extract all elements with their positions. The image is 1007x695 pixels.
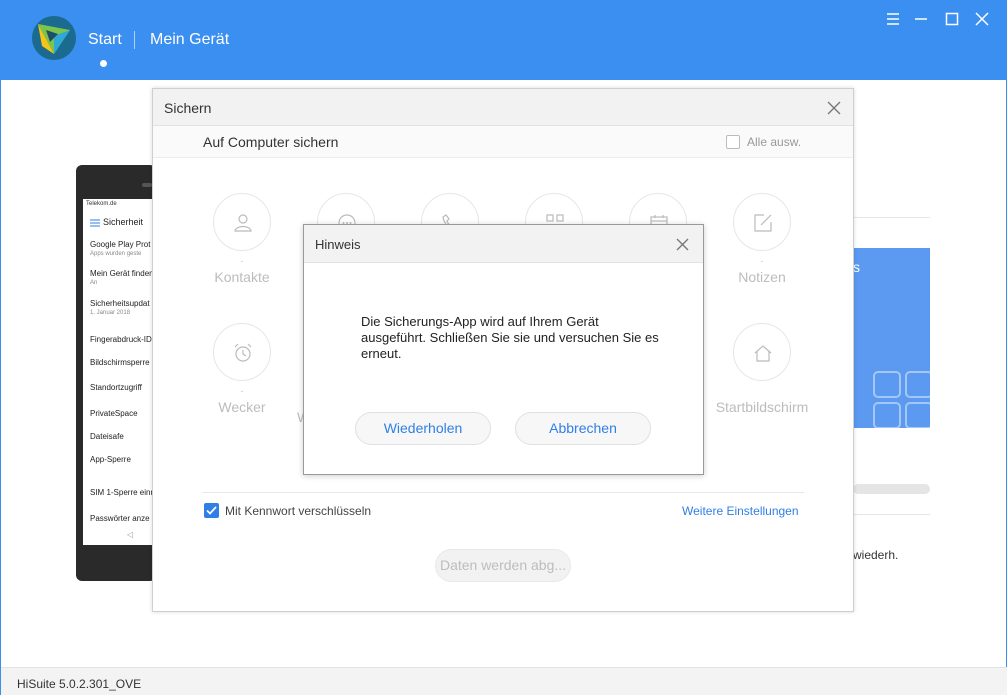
phone-item-sub: An — [90, 280, 98, 286]
phone-item: Bildschirmsperre — [90, 358, 150, 367]
person-icon — [234, 214, 252, 232]
phone-preview: Telekom.de Sicherheit Google Play Prot A… — [76, 165, 156, 581]
more-settings-link[interactable]: Weitere Einstellungen — [682, 504, 799, 518]
close-icon[interactable] — [826, 100, 842, 116]
checkmark-icon — [206, 506, 217, 515]
phone-item: Fingerabdruck-ID — [90, 335, 152, 344]
minimize-icon[interactable] — [912, 10, 930, 28]
phone-menu-icon — [90, 219, 100, 229]
backup-dialog-titlebar: Sichern — [153, 89, 853, 126]
status-bar: HiSuite 5.0.2.301_OVE — [1, 667, 1007, 695]
select-all-label[interactable]: Alle ausw. — [747, 135, 801, 149]
hint-message: Die Sicherungs-App wird auf Ihrem Gerät … — [361, 314, 659, 361]
category-label: Wecker — [218, 399, 266, 415]
divider — [853, 217, 930, 218]
restore-card-text: s — [853, 259, 860, 275]
home-icon — [754, 345, 772, 362]
category-label: Notizen — [738, 269, 786, 285]
note-edit-icon — [754, 214, 772, 232]
phone-item: Google Play Prot — [90, 240, 151, 249]
category-circle — [213, 323, 271, 381]
phone-item-sub: 1. Januar 2018 — [90, 310, 131, 316]
maximize-icon[interactable] — [943, 10, 961, 28]
close-icon[interactable] — [675, 237, 690, 252]
backup-target-label: Auf Computer sichern — [203, 134, 339, 150]
backup-button[interactable]: Daten werden abg... — [435, 549, 571, 582]
phone-item: PrivateSpace — [90, 409, 138, 418]
phone-item: Sicherheitsupdat — [90, 299, 150, 308]
phone-screen-title: Sicherheit — [103, 217, 144, 227]
cancel-button[interactable]: Abbrechen — [515, 412, 651, 445]
category-count: - — [760, 256, 764, 266]
phone-item: Dateisafe — [90, 432, 124, 441]
restore-card — [853, 248, 930, 428]
phone-item: Mein Gerät finden — [90, 269, 154, 278]
select-all-checkbox[interactable] — [726, 135, 740, 149]
backup-dialog-title: Sichern — [164, 100, 212, 116]
category-circle — [733, 193, 791, 251]
close-icon[interactable] — [973, 10, 991, 28]
nav-start[interactable]: Start — [88, 31, 122, 49]
active-nav-indicator — [100, 60, 107, 67]
nav-my-device[interactable]: Mein Gerät — [150, 31, 229, 49]
category-count: - — [240, 256, 244, 266]
category-count: - — [240, 386, 244, 396]
phone-screen: Telekom.de Sicherheit Google Play Prot A… — [83, 199, 156, 545]
backup-dialog-subheader: Auf Computer sichern Alle ausw. — [153, 126, 853, 158]
category-circle — [213, 193, 271, 251]
phone-speaker — [142, 183, 152, 187]
phone-carrier: Telekom.de — [86, 201, 117, 207]
category-circle — [733, 323, 791, 381]
divider — [853, 514, 930, 515]
phone-back-icon: ◁ — [127, 530, 134, 539]
divider — [202, 492, 804, 493]
retry-button[interactable]: Wiederholen — [355, 412, 491, 445]
restore-text: wiederh. — [853, 548, 899, 562]
phone-item: Passwörter anze — [90, 514, 150, 523]
progress-bar — [853, 484, 930, 494]
phone-item-sub: Apps wurden geste — [90, 251, 142, 257]
category-label: Kontakte — [214, 269, 270, 285]
menu-icon[interactable] — [884, 10, 902, 28]
alarm-clock-icon — [234, 343, 252, 362]
encrypt-checkbox[interactable] — [204, 503, 219, 518]
app-header: Start Mein Gerät — [1, 0, 1007, 80]
category-label: Startbildschirm — [715, 399, 809, 415]
encrypt-label[interactable]: Mit Kennwort verschlüsseln — [225, 504, 371, 518]
nav-separator — [134, 31, 135, 49]
hisuite-logo — [32, 16, 76, 60]
phone-item: SIM 1-Sperre einr — [90, 488, 154, 497]
hint-modal-title: Hinweis — [315, 237, 361, 252]
phone-item: Standortzugriff — [90, 383, 142, 392]
hint-modal-titlebar: Hinweis — [304, 225, 703, 263]
version-label: HiSuite 5.0.2.301_OVE — [17, 677, 142, 691]
hisuite-window: Start Mein Gerät Telekom.de Sicherheit G… — [0, 0, 1007, 695]
phone-item: App-Sperre — [90, 455, 131, 464]
hint-modal: Hinweis Die Sicherungs-App wird auf Ihre… — [303, 224, 704, 475]
